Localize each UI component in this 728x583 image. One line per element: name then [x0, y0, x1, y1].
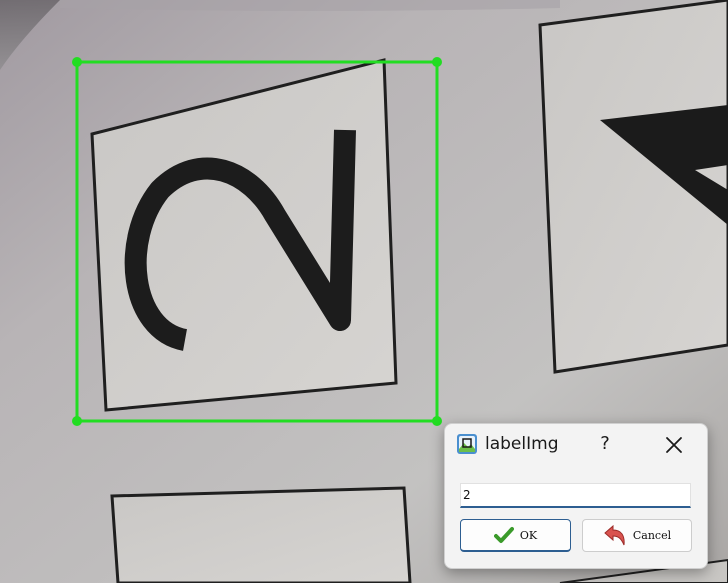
bottom-card: [110, 486, 412, 583]
box-handle-bottom-right[interactable]: [432, 416, 442, 426]
ok-label: OK: [519, 528, 538, 542]
help-icon: ?: [600, 433, 610, 454]
ok-button[interactable]: OK: [460, 519, 571, 552]
cancel-button[interactable]: Cancel: [582, 519, 692, 552]
checkmark-icon: [493, 527, 514, 543]
undo-arrow-icon: [604, 524, 625, 545]
dialog-titlebar[interactable]: labelImg ?: [445, 424, 707, 464]
box-handle-top-right[interactable]: [432, 57, 442, 67]
dialog-title: labelImg: [485, 434, 559, 454]
right-card: [538, 0, 728, 374]
close-icon[interactable]: [659, 430, 689, 460]
box-handle-top-left[interactable]: [72, 57, 82, 67]
box-handle-bottom-left[interactable]: [72, 416, 82, 426]
cancel-label: Cancel: [632, 529, 672, 542]
labelimg-app-icon: [457, 434, 477, 454]
label-dialog: labelImg ? OK Cancel: [444, 423, 708, 569]
photo-top-strip: [60, 0, 560, 11]
help-button[interactable]: ?: [591, 428, 619, 460]
label-input[interactable]: [460, 483, 691, 508]
